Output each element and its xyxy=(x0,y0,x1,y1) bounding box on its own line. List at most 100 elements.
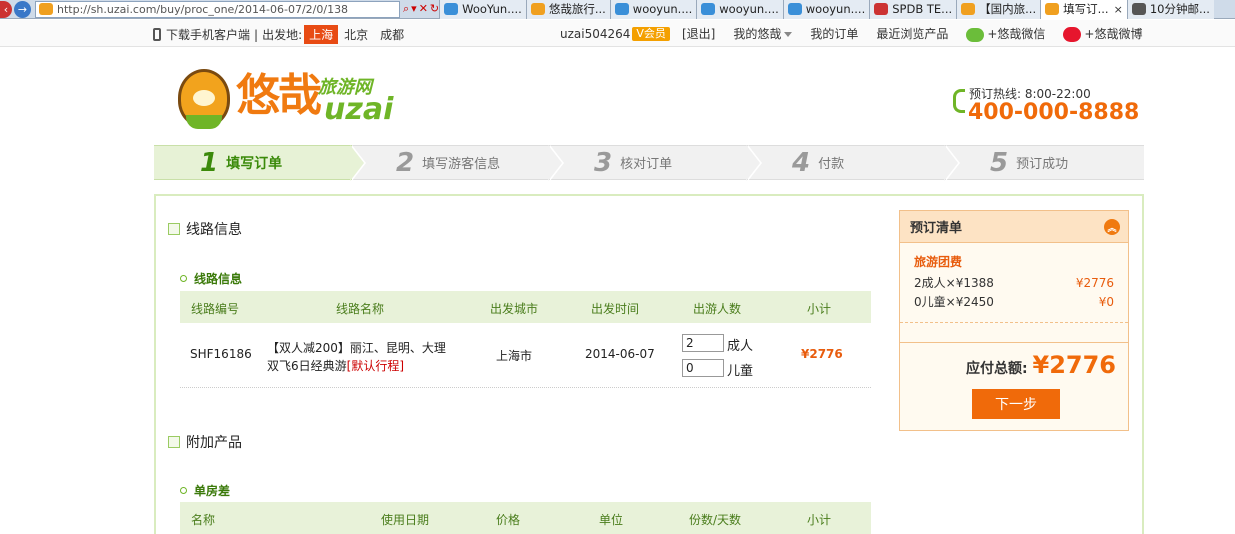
step-5: 5 预订成功 xyxy=(946,145,1144,180)
weibo-label: +悠哉微博 xyxy=(1084,27,1143,41)
username: uzai504264 xyxy=(560,26,631,41)
tab-label: SPDB TE... xyxy=(892,2,953,16)
next-step-button[interactable]: 下一步 xyxy=(972,389,1060,419)
site-topbar: 下载手机客户端 | 出发地: 上海 北京 成都 uzai504264 V会员 [… xyxy=(0,20,1235,47)
step-arrow xyxy=(944,145,960,181)
depart-city: 上海市 xyxy=(496,349,533,363)
browser-tab[interactable]: 【国内旅... xyxy=(956,0,1041,19)
extra-subsection-title: 单房差 xyxy=(180,482,230,499)
route-name-line1[interactable]: 【双人减200】丽江、昆明、大理 xyxy=(267,339,446,357)
summary-group: 旅游团费 xyxy=(914,255,963,269)
browser-tab[interactable]: SPDB TE... xyxy=(869,0,957,19)
wechat-icon xyxy=(966,27,985,42)
browser-tab[interactable]: wooyun.... xyxy=(696,0,783,19)
bullet-icon xyxy=(180,275,187,282)
download-app-link[interactable]: 下载手机客户端 xyxy=(166,26,250,43)
browser-tab[interactable]: 10分钟邮... xyxy=(1126,0,1214,19)
tab-strip: WooYun.... 悠哉旅行... wooyun.... wooyun.... woo… xyxy=(439,0,1214,19)
step-label: 填写游客信息 xyxy=(422,157,501,172)
tab-favicon-icon xyxy=(787,3,802,15)
col-header: 份数/天数 xyxy=(689,513,742,527)
route-name-line2[interactable]: 双飞6日经典游 xyxy=(267,359,347,373)
route-row: SHF16186 【双人减200】丽江、昆明、大理 双飞6日经典游[默认行程] … xyxy=(180,324,871,388)
refresh-icon[interactable]: ↻ xyxy=(430,2,439,16)
city-chengdu[interactable]: 成都 xyxy=(380,26,404,43)
tab-favicon-icon xyxy=(1131,3,1146,15)
adult-count-input[interactable]: 2 xyxy=(682,334,724,352)
col-header: 出发城市 xyxy=(490,302,539,316)
browser-tab[interactable]: wooyun.... xyxy=(609,0,697,19)
col-header: 使用日期 xyxy=(381,513,430,527)
my-uzai-label: 我的悠哉 xyxy=(733,27,782,41)
step-label: 核对订单 xyxy=(620,157,673,172)
tab-label: wooyun.... xyxy=(632,2,693,16)
weibo-link[interactable]: +悠哉微博 xyxy=(1063,25,1142,42)
step-label: 预订成功 xyxy=(1016,157,1069,172)
wechat-label: +悠哉微信 xyxy=(987,27,1046,41)
recent-products-link[interactable]: 最近浏览产品 xyxy=(876,25,948,42)
search-icon[interactable]: ⌕ xyxy=(403,2,409,16)
route-name: 【双人减200】丽江、昆明、大理 双飞6日经典游[默认行程] xyxy=(267,339,446,375)
step-3: 3 核对订单 xyxy=(550,145,762,181)
back-button[interactable]: ‹ xyxy=(0,0,12,18)
child-count-input[interactable]: 0 xyxy=(682,359,724,377)
step-arrow xyxy=(350,145,366,181)
logo-text-cn: 悠哉 xyxy=(236,70,322,121)
depart-label: 出发地: xyxy=(262,28,303,42)
mascot-scarf xyxy=(186,115,222,129)
close-tab-icon[interactable]: × xyxy=(1114,3,1123,16)
vip-badge: V会员 xyxy=(632,26,670,41)
step-number: 2 xyxy=(396,147,415,178)
extra-section-label: 附加产品 xyxy=(186,435,242,451)
forward-button[interactable]: → xyxy=(14,0,31,18)
browser-tab[interactable]: 悠哉旅行... xyxy=(525,0,610,19)
tab-label: WooYun.... xyxy=(462,2,522,16)
bullet-icon xyxy=(180,487,187,494)
stop-icon[interactable]: ✕ xyxy=(419,2,428,16)
itinerary-link[interactable]: [默认行程] xyxy=(347,359,404,373)
extra-subsection-label: 单房差 xyxy=(194,484,231,498)
route-subsection-label: 线路信息 xyxy=(194,272,243,286)
browser-toolbar: ‹ → http://sh.uzai.com/buy/proc_one/2014… xyxy=(0,0,1235,19)
wechat-link[interactable]: +悠哉微信 xyxy=(966,25,1045,42)
summary-line-price: ¥0 xyxy=(1098,295,1114,309)
col-header: 线路编号 xyxy=(191,302,240,316)
tab-favicon-icon xyxy=(444,3,459,15)
step-arrow xyxy=(548,145,564,181)
tab-label: 悠哉旅行... xyxy=(548,2,606,16)
my-uzai-menu[interactable]: 我的悠哉 xyxy=(733,25,793,42)
summary-line-label: 2成人×¥1388 xyxy=(914,276,994,290)
col-header: 线路名称 xyxy=(336,302,385,316)
tab-favicon-icon xyxy=(530,3,545,15)
step-1: 1 填写订单 xyxy=(154,145,366,181)
step-number: 4 xyxy=(792,147,811,178)
total-label: 应付总额: xyxy=(966,361,1028,377)
address-bar[interactable]: http://sh.uzai.com/buy/proc_one/2014-06-… xyxy=(35,0,400,18)
weibo-icon xyxy=(1063,27,1082,42)
section-checkbox-icon xyxy=(168,436,180,448)
site-logo[interactable]: 悠哉 旅游网 uzai xyxy=(178,65,393,133)
browser-tab[interactable]: 填写订... × xyxy=(1040,0,1127,19)
tab-label: 10分钟邮... xyxy=(1149,2,1210,16)
browser-tab[interactable]: wooyun.... xyxy=(782,0,870,19)
dropdown-icon[interactable]: ▾ xyxy=(411,2,417,16)
col-header: 出发时间 xyxy=(591,302,640,316)
col-header: 名称 xyxy=(191,513,216,527)
step-number: 5 xyxy=(990,147,1009,178)
logout-link[interactable]: [退出] xyxy=(682,25,715,42)
hotline-number: 400-000-8888 xyxy=(968,100,1140,125)
tab-label: 填写订... xyxy=(1063,2,1109,16)
logo-text-en: uzai xyxy=(324,92,394,127)
city-current[interactable]: 上海 xyxy=(304,25,339,44)
my-orders-link[interactable]: 我的订单 xyxy=(810,25,858,42)
step-2: 2 填写游客信息 xyxy=(352,145,564,181)
browser-tab[interactable]: WooYun.... xyxy=(439,0,526,19)
city-beijing[interactable]: 北京 xyxy=(344,26,368,43)
tab-favicon-icon xyxy=(961,3,976,15)
collapse-icon[interactable]: ︽ xyxy=(1104,219,1120,235)
site-favicon-icon xyxy=(39,3,53,15)
col-header: 单位 xyxy=(599,513,624,527)
summary-title: 预订清单 xyxy=(910,221,963,236)
route-subtotal: ¥2776 xyxy=(801,347,843,361)
tab-favicon-icon xyxy=(1045,3,1060,15)
